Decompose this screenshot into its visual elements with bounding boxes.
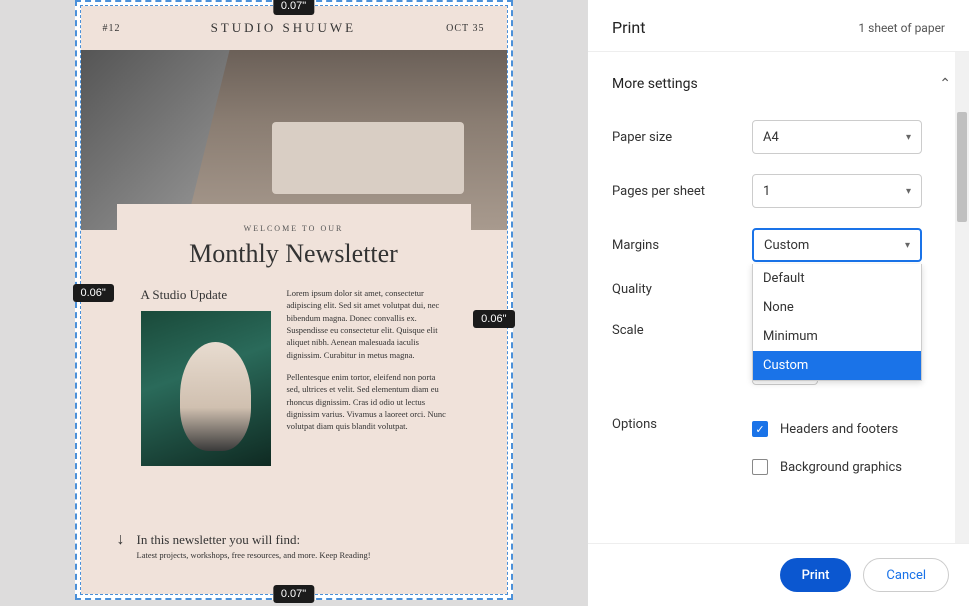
caret-down-icon: ▾: [905, 240, 910, 251]
doc-date: OCT 35: [446, 23, 484, 34]
margins-label: Margins: [612, 238, 752, 253]
doc-welcome: WELCOME TO OUR: [141, 224, 447, 233]
doc-find-heading: In this newsletter you will find:: [137, 532, 371, 548]
pages-per-sheet-row: Pages per sheet 1 ▾: [612, 164, 951, 218]
doc-studio-name: STUDIO SHUUWE: [211, 20, 357, 36]
cancel-button[interactable]: Cancel: [863, 558, 949, 592]
scrollbar-thumb[interactable]: [957, 112, 967, 222]
arrow-down-icon: ↓: [117, 532, 125, 548]
margin-badge-right[interactable]: 0.06": [473, 310, 514, 328]
cancel-button-label: Cancel: [886, 568, 926, 583]
margins-value: Custom: [764, 238, 809, 253]
print-button[interactable]: Print: [780, 558, 852, 592]
margin-badge-left[interactable]: 0.06": [73, 284, 114, 302]
paper-size-label: Paper size: [612, 130, 752, 145]
margins-row: Margins Custom ▾ Default None Minimum Cu…: [612, 218, 951, 272]
doc-paragraph-2: Pellentesque enim tortor, eleifend non p…: [287, 371, 447, 433]
scrollbar-track[interactable]: [955, 52, 969, 543]
chevron-up-icon: ⌃: [939, 76, 951, 92]
headers-footers-option[interactable]: ✓ Headers and footers: [752, 417, 951, 441]
checkbox-checked-icon: ✓: [752, 421, 768, 437]
margin-badge-bottom[interactable]: 0.07": [273, 585, 314, 603]
pages-per-sheet-value: 1: [763, 184, 770, 199]
page-outline[interactable]: #12 STUDIO SHUUWE OCT 35 WELCOME TO OUR …: [75, 0, 513, 600]
background-graphics-option[interactable]: Background graphics: [752, 455, 951, 479]
doc-sub-heading: A Studio Update: [141, 287, 271, 303]
print-button-label: Print: [802, 568, 830, 583]
paper-size-select[interactable]: A4 ▾: [752, 120, 922, 154]
paper-size-row: Paper size A4 ▾: [612, 110, 951, 164]
margins-option-minimum[interactable]: Minimum: [753, 322, 921, 351]
print-preview-pane: #12 STUDIO SHUUWE OCT 35 WELCOME TO OUR …: [0, 0, 587, 606]
doc-card: WELCOME TO OUR Monthly Newsletter A Stud…: [117, 204, 471, 486]
background-graphics-label: Background graphics: [780, 460, 902, 475]
headers-footers-label: Headers and footers: [780, 422, 898, 437]
print-title: Print: [612, 18, 645, 37]
margins-select[interactable]: Custom ▾: [752, 228, 922, 262]
sidebar-header: Print 1 sheet of paper: [588, 0, 969, 51]
doc-paragraph-1: Lorem ipsum dolor sit amet, consectetur …: [287, 287, 447, 361]
margin-badge-top[interactable]: 0.07": [273, 0, 314, 15]
doc-footer-row: ↓ In this newsletter you will find: Late…: [117, 532, 471, 560]
quality-label: Quality: [612, 282, 752, 297]
caret-down-icon: ▾: [906, 186, 911, 197]
doc-issue: #12: [103, 23, 121, 34]
doc-find-sub: Latest projects, workshops, free resourc…: [137, 550, 371, 560]
document-content: #12 STUDIO SHUUWE OCT 35 WELCOME TO OUR …: [81, 6, 507, 594]
margins-option-custom[interactable]: Custom: [753, 351, 921, 380]
more-settings-label: More settings: [612, 76, 698, 92]
pages-per-sheet-select[interactable]: 1 ▾: [752, 174, 922, 208]
doc-portrait-image: [141, 311, 271, 466]
scale-label: Scale: [612, 317, 752, 338]
sheet-count: 1 sheet of paper: [858, 21, 945, 35]
doc-hero-image: [81, 50, 507, 230]
sidebar-footer: Print Cancel: [588, 543, 969, 606]
pages-per-sheet-label: Pages per sheet: [612, 184, 752, 199]
margins-dropdown: Default None Minimum Custom: [752, 264, 922, 381]
print-sidebar: Print 1 sheet of paper More settings ⌃ P…: [587, 0, 969, 606]
options-row: Options ✓ Headers and footers Background…: [612, 395, 951, 489]
page-inner: #12 STUDIO SHUUWE OCT 35 WELCOME TO OUR …: [80, 5, 508, 595]
paper-size-value: A4: [763, 130, 779, 145]
settings-scroll-area: More settings ⌃ Paper size A4 ▾ Pages pe…: [588, 51, 969, 543]
doc-newsletter-title: Monthly Newsletter: [141, 239, 447, 269]
checkbox-unchecked-icon: [752, 459, 768, 475]
margins-option-none[interactable]: None: [753, 293, 921, 322]
margins-option-default[interactable]: Default: [753, 264, 921, 293]
options-label: Options: [612, 417, 752, 432]
caret-down-icon: ▾: [906, 132, 911, 143]
more-settings-toggle[interactable]: More settings ⌃: [612, 52, 951, 110]
page-wrapper: #12 STUDIO SHUUWE OCT 35 WELCOME TO OUR …: [75, 0, 513, 600]
